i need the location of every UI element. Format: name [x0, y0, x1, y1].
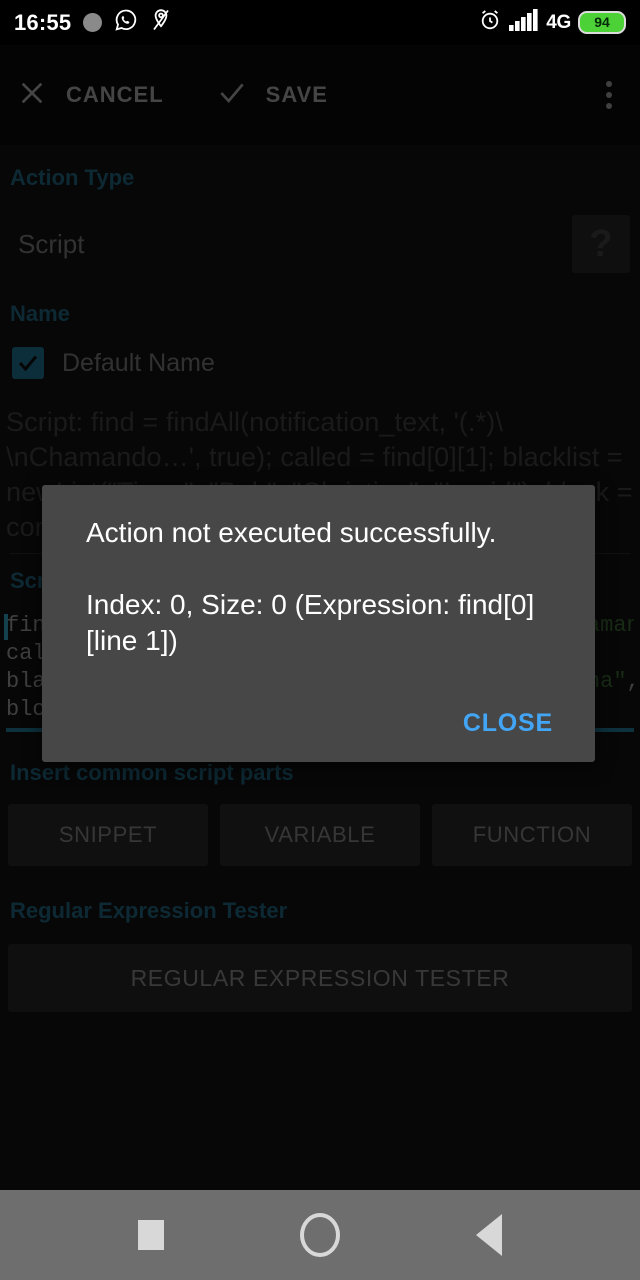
- location-off-icon: [150, 8, 172, 37]
- error-dialog: Action not executed successfully. Index:…: [42, 485, 595, 762]
- triangle-back-icon[interactable]: [476, 1214, 502, 1256]
- circle-grey-icon: [83, 13, 103, 32]
- status-bar-clock: 16:55: [14, 9, 72, 35]
- battery-indicator: 94: [578, 11, 626, 34]
- system-nav-bar: [0, 1190, 640, 1280]
- dialog-close-button[interactable]: CLOSE: [449, 703, 567, 744]
- status-bar: 16:55 4G 94: [0, 0, 640, 45]
- circle-icon[interactable]: [300, 1213, 340, 1257]
- dialog-message: Index: 0, Size: 0 (Expression: find[0] […: [86, 589, 535, 656]
- square-icon[interactable]: [138, 1220, 164, 1250]
- dialog-title: Action not executed successfully.: [86, 517, 497, 548]
- app-screen: 16:55 4G 94 Action not executed successf…: [0, 0, 640, 1280]
- whatsapp-icon: [114, 8, 138, 37]
- alarm-clock-icon: [478, 8, 502, 37]
- dialog-actions: CLOSE: [86, 703, 567, 744]
- signal-bars-icon: [509, 9, 539, 36]
- status-bar-left: 16:55: [14, 8, 172, 37]
- network-type-label: 4G: [546, 11, 571, 33]
- status-bar-right: 4G 94: [478, 8, 626, 37]
